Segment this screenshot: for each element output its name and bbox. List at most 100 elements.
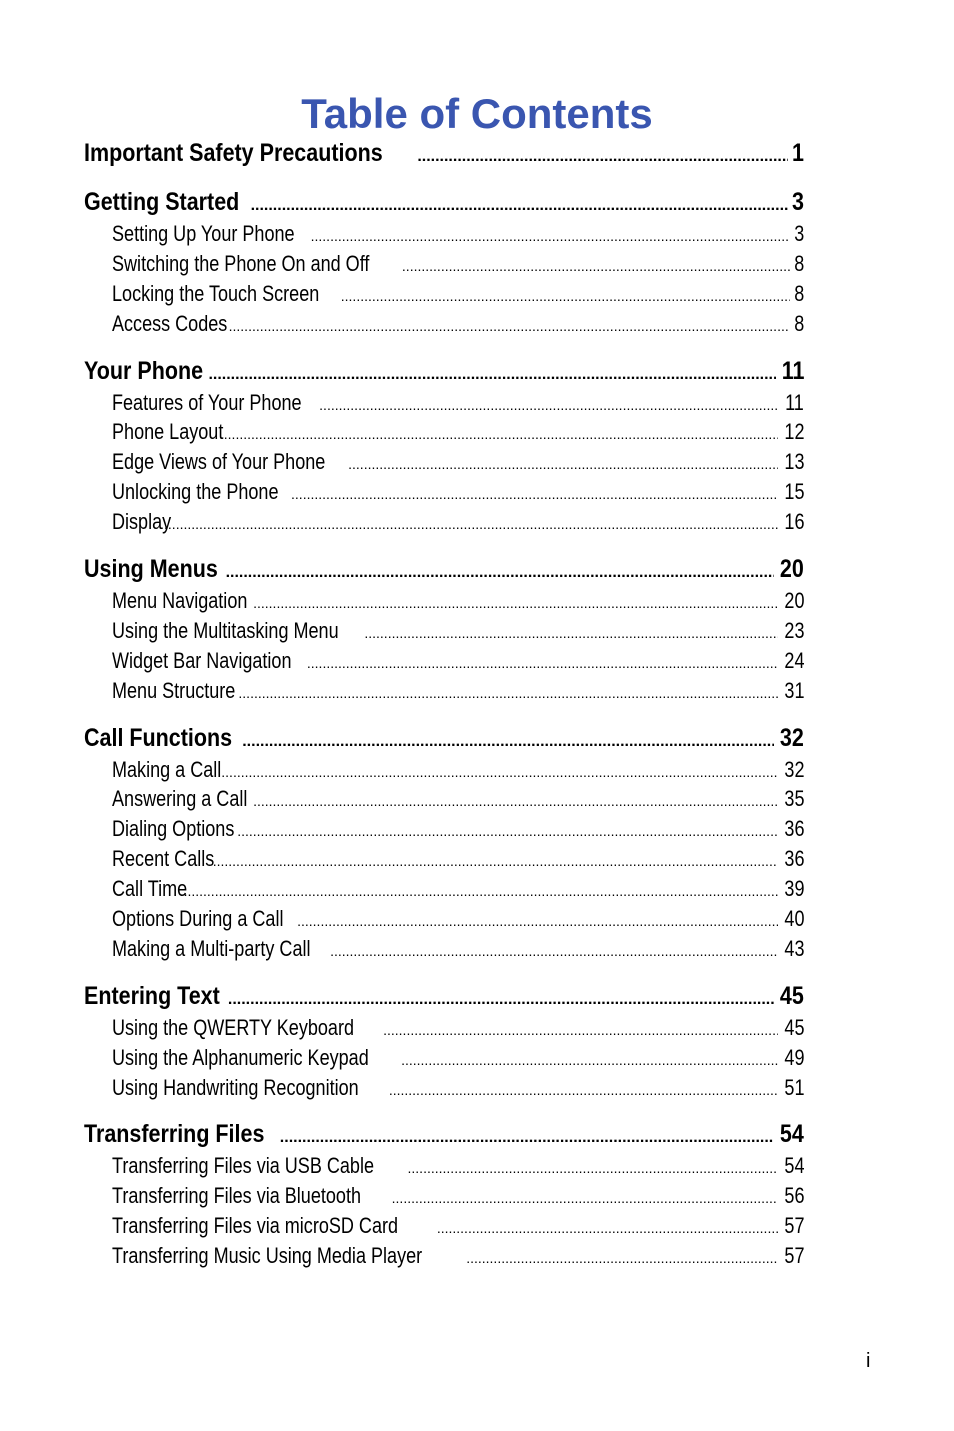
entry-page-number: 57 (783, 1213, 804, 1239)
toc-entry-link[interactable]: Phone Layout 12 (84, 417, 804, 447)
toc-chapter-link[interactable]: Transferring Files 54 (84, 1117, 804, 1151)
toc-entry-link[interactable]: Making a Multi-party Call 43 (84, 934, 804, 964)
toc-entry-link[interactable]: Using the Multitasking Menu 23 (84, 616, 804, 646)
toc-entry-link[interactable]: Answering a Call 35 (84, 784, 804, 814)
entry-page-number: 16 (783, 509, 804, 535)
toc-entry-link[interactable]: Menu Structure 31 (84, 676, 804, 706)
toc-chapter-link[interactable]: Call Functions 32 (84, 721, 804, 755)
entry-title: Setting Up Your Phone (112, 221, 295, 246)
entry-page-number: 43 (783, 935, 804, 961)
dot-leader (224, 420, 778, 447)
toc-section: Important Safety Precautions 1 (84, 136, 804, 185)
toc-entry-link[interactable]: Transferring Files via USB Cable 54 (84, 1151, 804, 1181)
dot-leader (437, 1214, 778, 1241)
entry-page-number: 13 (783, 449, 804, 475)
chapter-title: Call Functions (84, 723, 233, 752)
dot-leader (392, 1184, 778, 1211)
entry-title: Unlocking the Phone (112, 479, 279, 505)
dot-leader (389, 1076, 778, 1103)
entry-page-number: 24 (783, 647, 804, 673)
entry-page-number: 15 (783, 479, 804, 505)
toc-chapter-link[interactable]: Your Phone 11 (84, 354, 804, 388)
toc-entry-link[interactable]: Display 16 (84, 507, 804, 537)
entry-title: Using Handwriting Recognition (112, 1074, 359, 1100)
entry-page-number: 56 (783, 1183, 804, 1209)
toc-entry-link[interactable]: Options During a Call 40 (84, 904, 804, 934)
toc-entry-link[interactable]: Call Time 39 (84, 874, 804, 904)
toc-chapter-link[interactable]: Getting Started 3 (84, 185, 804, 219)
dot-leader (466, 1244, 777, 1271)
entry-title: Display (112, 509, 172, 535)
entry-page-number: 12 (783, 419, 804, 445)
dot-leader (330, 937, 777, 964)
toc-entry-link[interactable]: Using the Alphanumeric Keypad 49 (84, 1043, 804, 1073)
dot-leader (297, 907, 777, 934)
dot-leader (208, 358, 775, 388)
entry-title: Answering a Call (112, 786, 248, 812)
entry-title: Transferring Files via Bluetooth (112, 1183, 361, 1209)
toc-entry-link[interactable]: Dialing Options 36 (84, 814, 804, 844)
dot-leader (228, 983, 774, 1013)
entry-page-number: 51 (783, 1074, 804, 1100)
toc-entry-link[interactable]: Recent Calls 36 (84, 844, 804, 874)
entry-page-number: 8 (793, 310, 804, 336)
toc-section: Call Functions32Making a Call32Answering… (84, 721, 804, 979)
entry-title: Recent Calls (112, 846, 215, 872)
entry-title: Transferring Music Using Media Player (112, 1243, 423, 1269)
toc-entry-link[interactable]: Transferring Files via Bluetooth 56 (84, 1181, 804, 1211)
entry-title: Features of Your Phone (112, 389, 302, 415)
entry-title: Menu Navigation (112, 588, 248, 614)
toc-entry-link[interactable]: Using the QWERTY Keyboard 45 (84, 1013, 804, 1043)
entry-title: Menu Structure (112, 677, 236, 703)
dot-leader (291, 480, 777, 507)
dot-leader (213, 847, 778, 874)
toc-entry-link[interactable]: Unlocking the Phone 15 (84, 477, 804, 507)
toc-entry-link[interactable]: Setting Up Your Phone 3 (84, 219, 804, 249)
dot-leader (417, 140, 788, 170)
chapter-page-number: 20 (780, 555, 804, 584)
dot-leader (253, 787, 777, 814)
chapter-page-number: 11 (781, 356, 804, 385)
dot-leader (402, 252, 790, 279)
toc-entry-link[interactable]: Menu Navigation 20 (84, 586, 804, 616)
toc-entry-link[interactable]: Using Handwriting Recognition 51 (84, 1073, 804, 1103)
entry-page-number: 11 (785, 389, 804, 415)
toc-entry-link[interactable]: Switching the Phone On and Off 8 (84, 249, 804, 279)
entry-page-number: 39 (783, 876, 804, 902)
toc-entry-link[interactable]: Features of Your Phone 11 (84, 388, 804, 418)
dot-leader (401, 1046, 777, 1073)
toc-entry-link[interactable]: Transferring Files via microSD Card 57 (84, 1211, 804, 1241)
toc-entry-link[interactable]: Edge Views of Your Phone 13 (84, 447, 804, 477)
dot-leader (160, 510, 777, 537)
toc-entry-link[interactable]: Locking the Touch Screen 8 (84, 279, 804, 309)
entry-title: Making a Call (112, 756, 222, 782)
entry-page-number: 40 (783, 906, 804, 932)
chapter-title: Transferring Files (84, 1120, 265, 1149)
entry-page-number: 8 (793, 280, 804, 306)
entry-page-number: 23 (783, 617, 804, 643)
dot-leader (229, 312, 790, 339)
toc-chapter-link[interactable]: Important Safety Precautions 1 (84, 136, 804, 170)
dot-leader (221, 758, 777, 785)
entry-page-number: 57 (783, 1243, 804, 1269)
toc-chapter-link[interactable]: Using Menus 20 (84, 552, 804, 586)
toc-section: Using Menus20Menu Navigation20Using the … (84, 552, 804, 721)
dot-leader (307, 649, 778, 676)
entry-title: Using the Alphanumeric Keypad (112, 1044, 369, 1070)
dot-leader (319, 391, 779, 418)
table-of-contents: Important Safety Precautions 1 Getting Sta… (84, 136, 804, 1286)
toc-chapter-link[interactable]: Entering Text 45 (84, 979, 804, 1013)
toc-entry-link[interactable]: Widget Bar Navigation 24 (84, 646, 804, 676)
toc-entry-link[interactable]: Making a Call 32 (84, 755, 804, 785)
entry-title: Options During a Call (112, 906, 284, 932)
chapter-page-number: 45 (780, 981, 804, 1010)
toc-entry-link[interactable]: Access Codes 8 (84, 309, 804, 339)
entry-page-number: 36 (783, 816, 804, 842)
entry-page-number: 8 (793, 250, 804, 276)
toc-entry-link[interactable]: Transferring Music Using Media Player 57 (84, 1241, 804, 1271)
